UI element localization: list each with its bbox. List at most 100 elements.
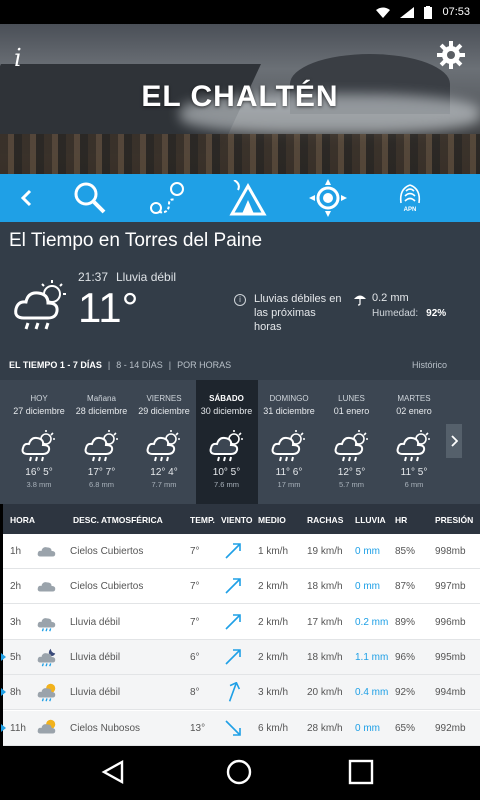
night-rain-icon xyxy=(35,646,59,668)
history-link[interactable]: Histórico xyxy=(412,360,447,370)
hourly-table: HORA DESC. ATMOSFÉRICA TEMP. VIENTO MEDI… xyxy=(1,504,480,746)
day-temps: 11° 5° xyxy=(400,467,428,478)
settings-gear-icon[interactable] xyxy=(436,40,466,70)
expand-arrow-icon[interactable] xyxy=(1,723,6,732)
table-row[interactable]: 8h Lluvia débil 8° 3 km/h 20 km/h 0.4 mm 92% 99… xyxy=(1,675,480,711)
sun-button[interactable] xyxy=(306,174,350,222)
cloudy-icon xyxy=(35,540,59,562)
apn-icon xyxy=(399,184,421,204)
col-viento: VIENTO xyxy=(221,515,253,525)
day-card[interactable]: SÁBADO 30 diciembre 10° 5° 7.6 mm xyxy=(195,380,258,504)
table-row[interactable]: 3h Lluvia débil 7° 2 km/h 17 km/h 0.2 mm 89% 99… xyxy=(3,605,480,640)
row-lluvia: 1.1 mm xyxy=(355,651,389,663)
apn-button[interactable]: APN xyxy=(390,174,430,222)
next-days-button[interactable] xyxy=(446,424,462,458)
row-hr: 87% xyxy=(395,581,416,593)
row-rachas: 18 km/h xyxy=(307,651,343,663)
row-hr: 65% xyxy=(395,722,416,734)
day-date: 27 diciembre xyxy=(13,406,65,416)
tab-hourly[interactable]: POR HORAS xyxy=(177,360,231,370)
day-precip: 3.8 mm xyxy=(26,480,52,489)
cloud-rain-sun-icon xyxy=(207,425,247,465)
table-header: HORA DESC. ATMOSFÉRICA TEMP. VIENTO MEDI… xyxy=(3,504,480,534)
recents-nav-icon[interactable] xyxy=(348,759,374,785)
day-card[interactable]: LUNES 01 enero 12° 5° 5.7 mm xyxy=(321,380,383,504)
signal-icon xyxy=(400,6,415,18)
back-icon xyxy=(20,189,32,207)
wind-ne-icon xyxy=(223,647,243,667)
table-row[interactable]: 5h Lluvia débil 6° 2 km/h 18 km/h 1.1 mm 96% 99… xyxy=(1,639,480,675)
row-temp: 6° xyxy=(190,651,200,663)
wifi-icon xyxy=(376,7,391,18)
day-temps: 12° 4° xyxy=(150,467,178,478)
cloud-rain-sun-icon xyxy=(19,425,59,465)
day-precip: 7.6 mm xyxy=(213,480,239,489)
sun-rain-icon xyxy=(35,681,59,703)
col-desc: DESC. ATMOSFÉRICA xyxy=(73,515,163,525)
table-row[interactable]: 1h Cielos Cubiertos 7° 1 km/h 19 km/h 0 mm 85%… xyxy=(3,534,480,569)
row-lluvia: 0.4 mm xyxy=(355,687,389,699)
home-nav-icon[interactable] xyxy=(226,759,252,785)
route-button[interactable] xyxy=(148,174,188,222)
row-temp: 13° xyxy=(190,722,206,734)
back-button[interactable] xyxy=(10,174,42,222)
row-medio: 6 km/h xyxy=(258,722,289,734)
day-name: VIERNES xyxy=(146,394,182,403)
cloud-rain-sun-icon xyxy=(394,425,434,465)
row-rachas: 28 km/h xyxy=(307,722,343,734)
day-name: HOY xyxy=(30,394,48,403)
row-desc: Cielos Cubiertos xyxy=(70,546,144,557)
day-name: MARTES xyxy=(397,394,431,403)
row-rachas: 20 km/h xyxy=(307,687,343,699)
day-card[interactable]: HOY 27 diciembre 16° 5° 3.8 mm xyxy=(8,380,70,504)
tab-1-7-days[interactable]: EL TIEMPO 1 - 7 DÍAS xyxy=(9,360,102,370)
table-row[interactable]: 11h Cielos Nubosos 13° 6 km/h 28 km/h 0 mm 65%… xyxy=(1,710,480,746)
row-desc: Cielos Nubosos xyxy=(70,722,141,734)
col-hr: HR xyxy=(395,515,408,525)
row-medio: 2 km/h xyxy=(258,616,289,628)
day-card[interactable]: MARTES 02 enero 11° 5° 6 mm xyxy=(383,380,445,504)
humidity: Humedad: 92% xyxy=(372,308,446,319)
col-lluvia: LLUVIA xyxy=(355,515,386,525)
day-date: 02 enero xyxy=(396,406,432,416)
wind-ne-icon xyxy=(223,576,243,596)
day-temps: 16° 5° xyxy=(25,467,53,478)
day-name: SÁBADO xyxy=(209,394,244,403)
umbrella-icon xyxy=(354,295,366,306)
col-temp: TEMP. xyxy=(190,515,215,525)
status-time: 07:53 xyxy=(442,6,470,18)
cloud-rain-sun-icon xyxy=(82,425,122,465)
row-desc: Lluvia débil xyxy=(70,616,121,628)
info-button[interactable]: i xyxy=(14,44,22,72)
current-weather-panel: El Tiempo en Torres del Paine 21:37 Lluv… xyxy=(0,222,480,380)
day-temps: 12° 5° xyxy=(337,467,366,478)
row-hr: 89% xyxy=(395,616,416,628)
sun-icon xyxy=(309,179,347,217)
back-nav-icon[interactable] xyxy=(100,759,126,785)
row-hr: 92% xyxy=(395,687,416,699)
route-icon xyxy=(150,182,184,214)
row-temp: 7° xyxy=(190,616,200,628)
day-precip: 17 mm xyxy=(277,480,301,489)
row-rachas: 17 km/h xyxy=(307,616,343,628)
day-name: Mañana xyxy=(87,394,116,403)
day-card[interactable]: VIERNES 29 diciembre 12° 4° 7.7 mm xyxy=(133,380,195,504)
city-title: EL CHALTÉN xyxy=(141,80,339,113)
info-icon: i xyxy=(234,294,246,306)
apn-label: APN xyxy=(403,207,417,213)
row-hour: 8h xyxy=(10,687,22,699)
day-temps: 10° 5° xyxy=(212,467,241,478)
day-card[interactable]: Mañana 28 diciembre 17° 7° 6.8 mm xyxy=(71,380,133,504)
day-card[interactable]: DOMINGO 31 diciembre 11° 6° 17 mm xyxy=(258,380,320,504)
cloud-rain-sun-icon xyxy=(14,280,66,330)
current-condition: Lluvia débil xyxy=(116,270,177,284)
expand-arrow-icon[interactable] xyxy=(1,652,6,661)
rain-note: Lluvias débiles en las próximas horas xyxy=(254,293,342,333)
search-button[interactable] xyxy=(70,174,110,222)
expand-arrow-icon[interactable] xyxy=(1,688,6,697)
camping-button[interactable] xyxy=(226,174,270,222)
row-hour: 5h xyxy=(10,651,22,663)
table-row[interactable]: 2h Cielos Cubiertos 7° 2 km/h 18 km/h 0 mm 87%… xyxy=(3,569,480,605)
tab-8-14-days[interactable]: 8 - 14 DÍAS xyxy=(116,360,163,370)
row-presion: 998mb xyxy=(435,546,466,557)
